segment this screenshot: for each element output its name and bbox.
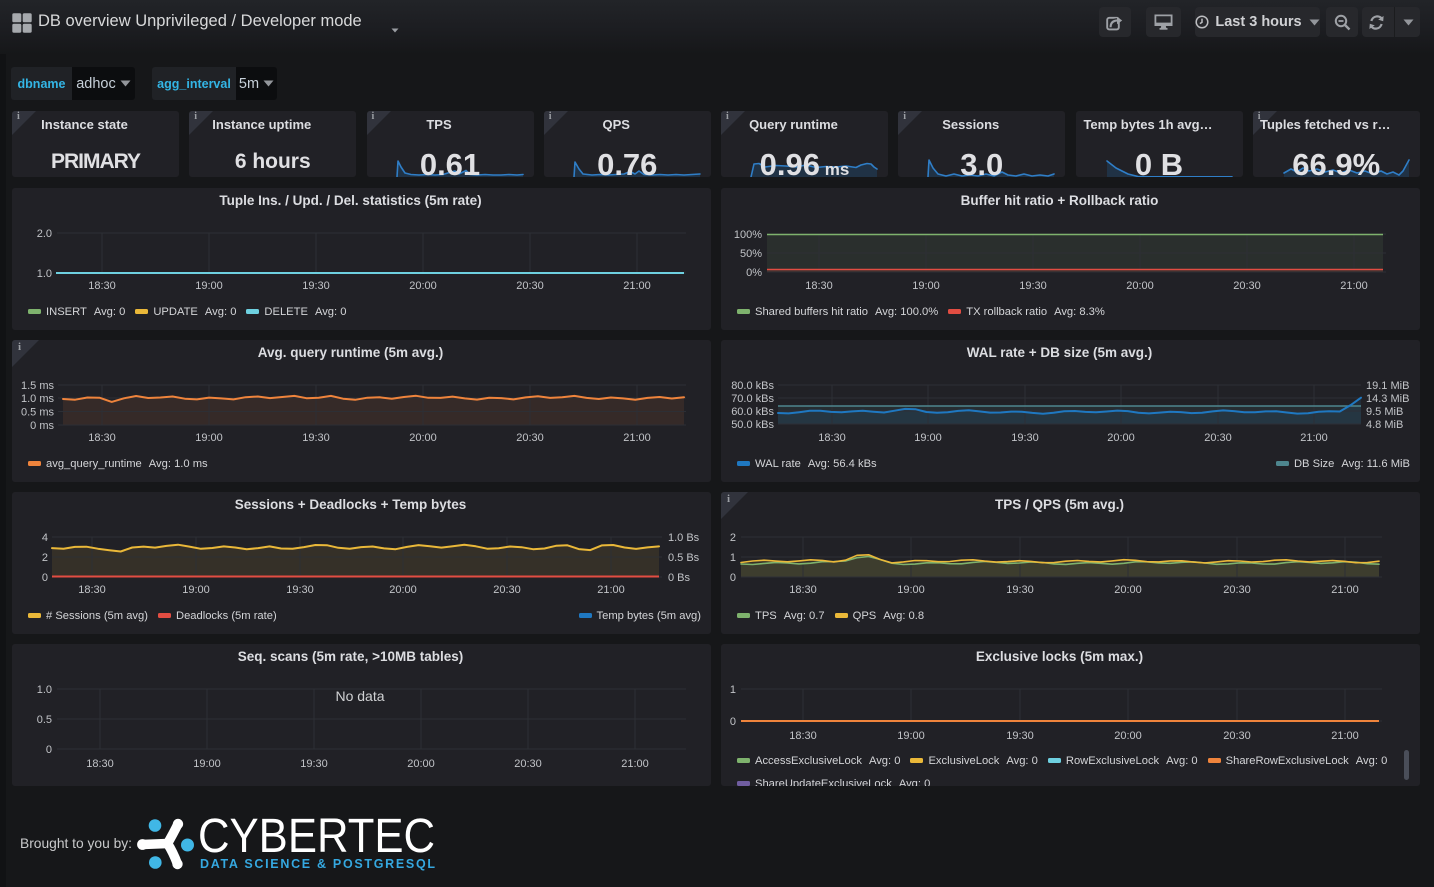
svg-text:20:00: 20:00 <box>389 584 417 596</box>
svg-text:19:00: 19:00 <box>897 730 925 742</box>
svg-text:20:00: 20:00 <box>1107 432 1135 444</box>
svg-text:0%: 0% <box>746 267 762 279</box>
svg-text:20:30: 20:30 <box>1233 280 1261 292</box>
svg-text:60.0 kBs: 60.0 kBs <box>731 406 774 418</box>
svg-text:0.5: 0.5 <box>37 714 52 726</box>
svg-text:2: 2 <box>42 552 48 564</box>
svg-text:20:30: 20:30 <box>516 432 544 444</box>
svg-text:100%: 100% <box>734 229 762 241</box>
svg-text:50.0 kBs: 50.0 kBs <box>731 419 774 431</box>
svg-text:1: 1 <box>730 684 736 696</box>
svg-text:18:30: 18:30 <box>789 730 817 742</box>
svg-text:20:00: 20:00 <box>1114 584 1142 596</box>
svg-text:2.0: 2.0 <box>37 228 52 240</box>
svg-text:19:30: 19:30 <box>300 758 328 770</box>
svg-text:21:00: 21:00 <box>621 758 649 770</box>
svg-text:19:00: 19:00 <box>912 280 940 292</box>
svg-text:0: 0 <box>46 744 52 756</box>
svg-text:0: 0 <box>42 572 48 584</box>
svg-text:4.8 MiB: 4.8 MiB <box>1366 419 1403 431</box>
svg-text:0: 0 <box>730 572 736 584</box>
svg-text:19:30: 19:30 <box>302 432 330 444</box>
svg-text:80.0 kBs: 80.0 kBs <box>731 380 774 392</box>
svg-text:21:00: 21:00 <box>1331 730 1359 742</box>
svg-text:18:30: 18:30 <box>88 280 116 292</box>
svg-text:20:00: 20:00 <box>1126 280 1154 292</box>
svg-text:18:30: 18:30 <box>88 432 116 444</box>
svg-text:20:00: 20:00 <box>409 280 437 292</box>
svg-text:19:30: 19:30 <box>1006 584 1034 596</box>
svg-text:19:00: 19:00 <box>914 432 942 444</box>
svg-text:20:30: 20:30 <box>516 280 544 292</box>
svg-text:19:30: 19:30 <box>286 584 314 596</box>
svg-text:20:00: 20:00 <box>1114 730 1142 742</box>
svg-text:18:30: 18:30 <box>789 584 817 596</box>
svg-text:1.0: 1.0 <box>37 268 52 280</box>
svg-text:19:00: 19:00 <box>195 432 223 444</box>
svg-text:1.0: 1.0 <box>37 684 52 696</box>
svg-text:18:30: 18:30 <box>805 280 833 292</box>
svg-text:14.3 MiB: 14.3 MiB <box>1366 393 1409 405</box>
svg-text:18:30: 18:30 <box>78 584 106 596</box>
svg-text:20:00: 20:00 <box>409 432 437 444</box>
svg-text:21:00: 21:00 <box>597 584 625 596</box>
svg-text:21:00: 21:00 <box>1300 432 1328 444</box>
svg-text:18:30: 18:30 <box>818 432 846 444</box>
svg-text:20:00: 20:00 <box>407 758 435 770</box>
svg-text:20:30: 20:30 <box>1223 584 1251 596</box>
svg-text:1.5 ms: 1.5 ms <box>21 380 55 392</box>
svg-text:19:00: 19:00 <box>195 280 223 292</box>
svg-text:18:30: 18:30 <box>86 758 114 770</box>
svg-text:19:00: 19:00 <box>897 584 925 596</box>
svg-text:19:30: 19:30 <box>1011 432 1039 444</box>
svg-text:20:30: 20:30 <box>493 584 521 596</box>
svg-text:0 Bs: 0 Bs <box>668 572 691 584</box>
svg-text:19:30: 19:30 <box>1006 730 1034 742</box>
svg-text:20:30: 20:30 <box>1223 730 1251 742</box>
svg-text:20:30: 20:30 <box>1204 432 1232 444</box>
svg-text:70.0 kBs: 70.0 kBs <box>731 393 774 405</box>
svg-text:19:00: 19:00 <box>193 758 221 770</box>
svg-text:19.1 MiB: 19.1 MiB <box>1366 380 1409 392</box>
svg-text:1: 1 <box>730 552 736 564</box>
svg-text:2: 2 <box>730 532 736 544</box>
svg-text:No data: No data <box>335 688 384 704</box>
svg-text:21:00: 21:00 <box>1331 584 1359 596</box>
svg-text:9.5 MiB: 9.5 MiB <box>1366 406 1403 418</box>
svg-text:20:30: 20:30 <box>514 758 542 770</box>
svg-text:19:30: 19:30 <box>1019 280 1047 292</box>
svg-text:21:00: 21:00 <box>623 280 651 292</box>
svg-text:0 ms: 0 ms <box>30 420 54 432</box>
svg-text:50%: 50% <box>740 248 762 260</box>
svg-text:0.5 ms: 0.5 ms <box>21 407 55 419</box>
svg-text:21:00: 21:00 <box>1340 280 1368 292</box>
svg-text:19:00: 19:00 <box>182 584 210 596</box>
svg-text:1.0 Bs: 1.0 Bs <box>668 532 700 544</box>
svg-text:0.5 Bs: 0.5 Bs <box>668 552 700 564</box>
svg-text:1.0 ms: 1.0 ms <box>21 393 55 405</box>
svg-text:19:30: 19:30 <box>302 280 330 292</box>
svg-text:21:00: 21:00 <box>623 432 651 444</box>
svg-text:0: 0 <box>730 716 736 728</box>
svg-text:4: 4 <box>42 532 48 544</box>
